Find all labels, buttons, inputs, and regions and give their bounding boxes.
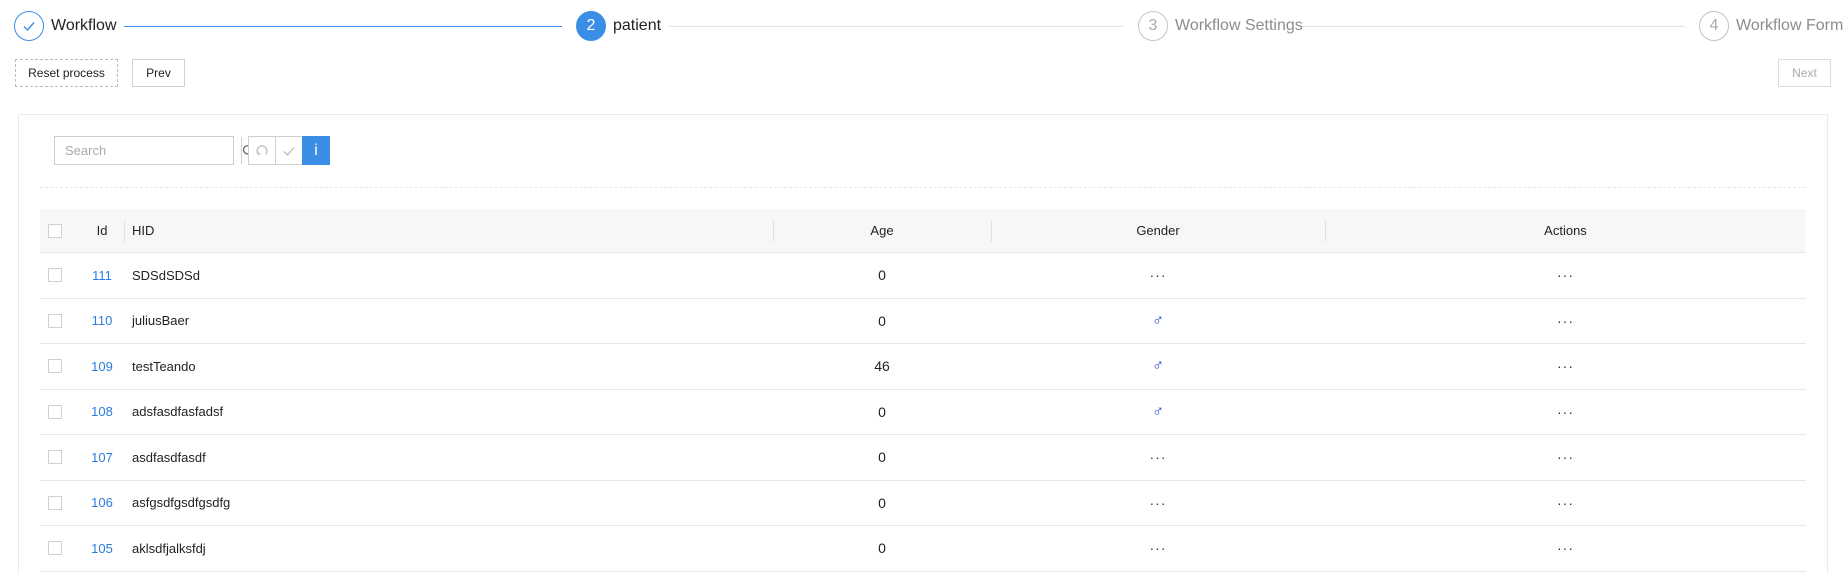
check-icon	[14, 11, 44, 41]
actions-menu-icon[interactable]: ···	[1557, 540, 1574, 556]
info-icon[interactable]: i	[302, 136, 330, 165]
actions-menu-icon[interactable]: ···	[1557, 313, 1574, 329]
reset-process-button[interactable]: Reset process	[15, 59, 118, 87]
table-row[interactable]: 111 SDSdSDSd 0 ··· ···	[40, 253, 1806, 299]
hid-value: SDSdSDSd	[132, 267, 200, 283]
table-row[interactable]: 108 adsfasdfasfadsf 0 ♂ ···	[40, 390, 1806, 435]
divider	[40, 187, 1806, 188]
header-actions: Actions	[1544, 223, 1587, 238]
row-checkbox[interactable]	[48, 268, 62, 283]
prev-button[interactable]: Prev	[132, 59, 185, 87]
hid-value: asdfasdfasdf	[132, 449, 206, 465]
age-value: 0	[878, 540, 886, 557]
id-link[interactable]: 110	[92, 313, 113, 328]
male-icon: ♂	[1152, 402, 1164, 420]
actions-menu-icon[interactable]: ···	[1557, 358, 1574, 374]
gender-unknown: ···	[1149, 449, 1167, 466]
step-connector	[1302, 26, 1685, 27]
row-checkbox[interactable]	[48, 404, 62, 419]
step-connector	[669, 26, 1123, 27]
step-connector	[124, 26, 562, 27]
age-value: 0	[878, 449, 886, 466]
step-title: Workflow	[51, 17, 117, 34]
gender-unknown: ···	[1149, 494, 1167, 511]
step-title: patient	[613, 17, 662, 34]
id-link[interactable]: 106	[91, 495, 113, 510]
column-separator	[124, 220, 125, 242]
search-box	[54, 136, 256, 165]
actions-menu-icon[interactable]: ···	[1557, 495, 1574, 511]
step-workflow[interactable]: Workflow	[14, 11, 117, 41]
id-link[interactable]: 108	[91, 404, 113, 419]
step-number: 2	[576, 11, 606, 41]
age-value: 0	[878, 267, 886, 284]
row-checkbox[interactable]	[48, 541, 62, 556]
age-value: 0	[878, 403, 886, 420]
header-age[interactable]: Age	[773, 209, 991, 252]
id-link[interactable]: 105	[91, 541, 113, 556]
step-workflow-settings[interactable]: 3 Workflow Settings	[1138, 11, 1303, 41]
hid-value: testTeando	[132, 358, 196, 374]
table-row[interactable]: 106 asfgsdfgsdfgsdfg 0 ··· ···	[40, 481, 1806, 526]
refresh-icon[interactable]	[248, 136, 276, 165]
step-number: 3	[1138, 11, 1168, 41]
id-link[interactable]: 107	[91, 450, 113, 465]
row-checkbox[interactable]	[48, 359, 62, 374]
gender-unknown: ···	[1149, 540, 1167, 557]
header-gender[interactable]: Gender	[991, 209, 1325, 252]
actions-menu-icon[interactable]: ···	[1557, 404, 1574, 420]
step-number: 4	[1699, 11, 1729, 41]
table-row[interactable]: 107 asdfasdfasdf 0 ··· ···	[40, 435, 1806, 481]
gender-unknown: ···	[1149, 267, 1167, 284]
hid-value: adsfasdfasfadsf	[132, 404, 224, 420]
table-row[interactable]: 110 juliusBaer 0 ♂ ···	[40, 299, 1806, 344]
actions-menu-icon[interactable]: ···	[1557, 449, 1574, 465]
table-header: Id HID Age Gender Actions	[40, 209, 1806, 253]
step-workflow-form[interactable]: 4 Workflow Form	[1699, 11, 1843, 41]
workflow-steps: Workflow 2 patient 3 Workflow Settings 4…	[0, 0, 1845, 52]
age-value: 0	[878, 494, 886, 511]
hid-value: aklsdfjalksfdj	[132, 540, 206, 556]
row-checkbox[interactable]	[48, 495, 62, 510]
hid-value: asfgsdfgsdfgsdfg	[132, 495, 231, 511]
next-button[interactable]: Next	[1778, 59, 1831, 87]
step-title: Workflow Settings	[1175, 17, 1303, 34]
header-hid[interactable]: HID	[132, 209, 772, 252]
hid-value: juliusBaer	[132, 313, 190, 329]
id-link[interactable]: 109	[91, 359, 113, 374]
age-value: 46	[874, 358, 890, 375]
table-row[interactable]: 109 testTeando 46 ♂ ···	[40, 344, 1806, 390]
search-input[interactable]	[55, 137, 241, 164]
male-icon: ♂	[1152, 311, 1164, 329]
row-checkbox[interactable]	[48, 313, 62, 328]
actions-menu-icon[interactable]: ···	[1557, 267, 1574, 283]
select-all-checkbox[interactable]	[48, 223, 62, 238]
row-checkbox[interactable]	[48, 450, 62, 465]
check-icon[interactable]	[275, 136, 303, 165]
male-icon: ♂	[1152, 357, 1164, 375]
id-link[interactable]: 111	[92, 268, 112, 283]
age-value: 0	[878, 312, 886, 329]
step-patient[interactable]: 2 patient	[576, 11, 661, 41]
table-toolbar: i	[248, 136, 330, 165]
step-title: Workflow Form	[1736, 17, 1844, 34]
patients-table: Id HID Age Gender Actions 111 SDSdSDSd 0…	[40, 209, 1806, 572]
